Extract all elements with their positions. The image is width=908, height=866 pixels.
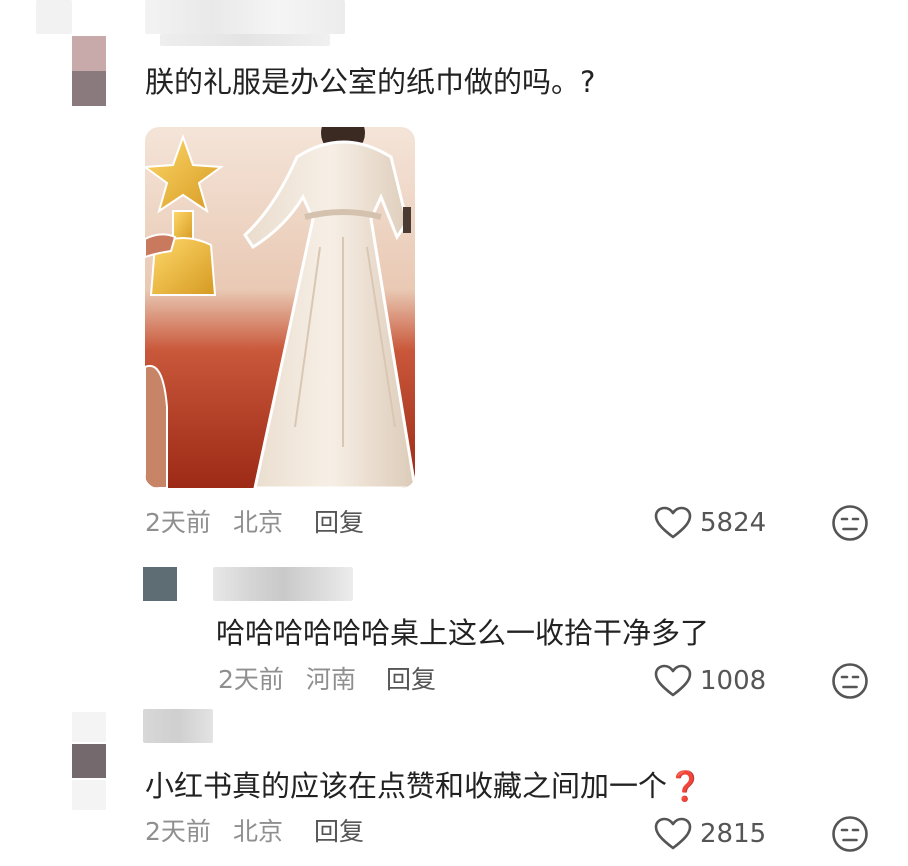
- neutral-face-icon: [832, 505, 868, 541]
- comment-time: 2天前: [218, 665, 284, 694]
- emoji-reaction-button[interactable]: [831, 504, 869, 542]
- comment-time: 2天前: [145, 817, 211, 846]
- like-count: 1008: [700, 666, 767, 696]
- comment-photo: [145, 127, 415, 488]
- blurred-avatar-top: [72, 712, 106, 742]
- avatar[interactable]: [72, 744, 106, 778]
- blurred-username-top: [36, 0, 72, 34]
- avatar[interactable]: [143, 567, 177, 601]
- like-button[interactable]: 2815: [654, 817, 766, 851]
- blurred-username-top: [145, 0, 345, 34]
- comment-time: 2天前: [145, 508, 211, 537]
- heart-icon: [654, 817, 692, 851]
- comment-text: 小红书真的应该在点赞和收藏之间加一个❓: [145, 766, 703, 806]
- heart-icon: [654, 506, 692, 540]
- reply-button[interactable]: 回复: [314, 816, 364, 848]
- comment-location: 北京: [233, 817, 284, 846]
- emoji-reaction-button[interactable]: [831, 815, 869, 853]
- like-count: 5824: [700, 508, 767, 538]
- comment-text: 朕的礼服是办公室的纸巾做的吗。?: [145, 65, 596, 99]
- comment-image[interactable]: [145, 127, 415, 488]
- question-emoji-icon: ❓: [667, 769, 704, 803]
- heart-icon: [654, 664, 692, 698]
- like-count: 2815: [700, 819, 767, 849]
- emoji-reaction-button[interactable]: [831, 662, 869, 700]
- neutral-face-icon: [832, 816, 868, 852]
- blurred-username: [143, 709, 213, 743]
- comment-location: 北京: [233, 508, 284, 537]
- comment-location: 河南: [306, 665, 357, 694]
- like-button[interactable]: 1008: [654, 664, 766, 698]
- avatar[interactable]: [72, 36, 106, 106]
- comment-text-body: 小红书真的应该在点赞和收藏之间加一个: [145, 769, 668, 803]
- reply-button[interactable]: 回复: [386, 664, 436, 696]
- blurred-username-top-2: [160, 34, 330, 46]
- comment-text: 哈哈哈哈哈哈桌上这么一收拾干净多了: [216, 616, 710, 650]
- neutral-face-icon: [832, 663, 868, 699]
- reply-button[interactable]: 回复: [314, 507, 364, 539]
- blurred-username: [213, 567, 353, 601]
- like-button[interactable]: 5824: [654, 506, 766, 540]
- blurred-avatar-bottom: [72, 780, 106, 810]
